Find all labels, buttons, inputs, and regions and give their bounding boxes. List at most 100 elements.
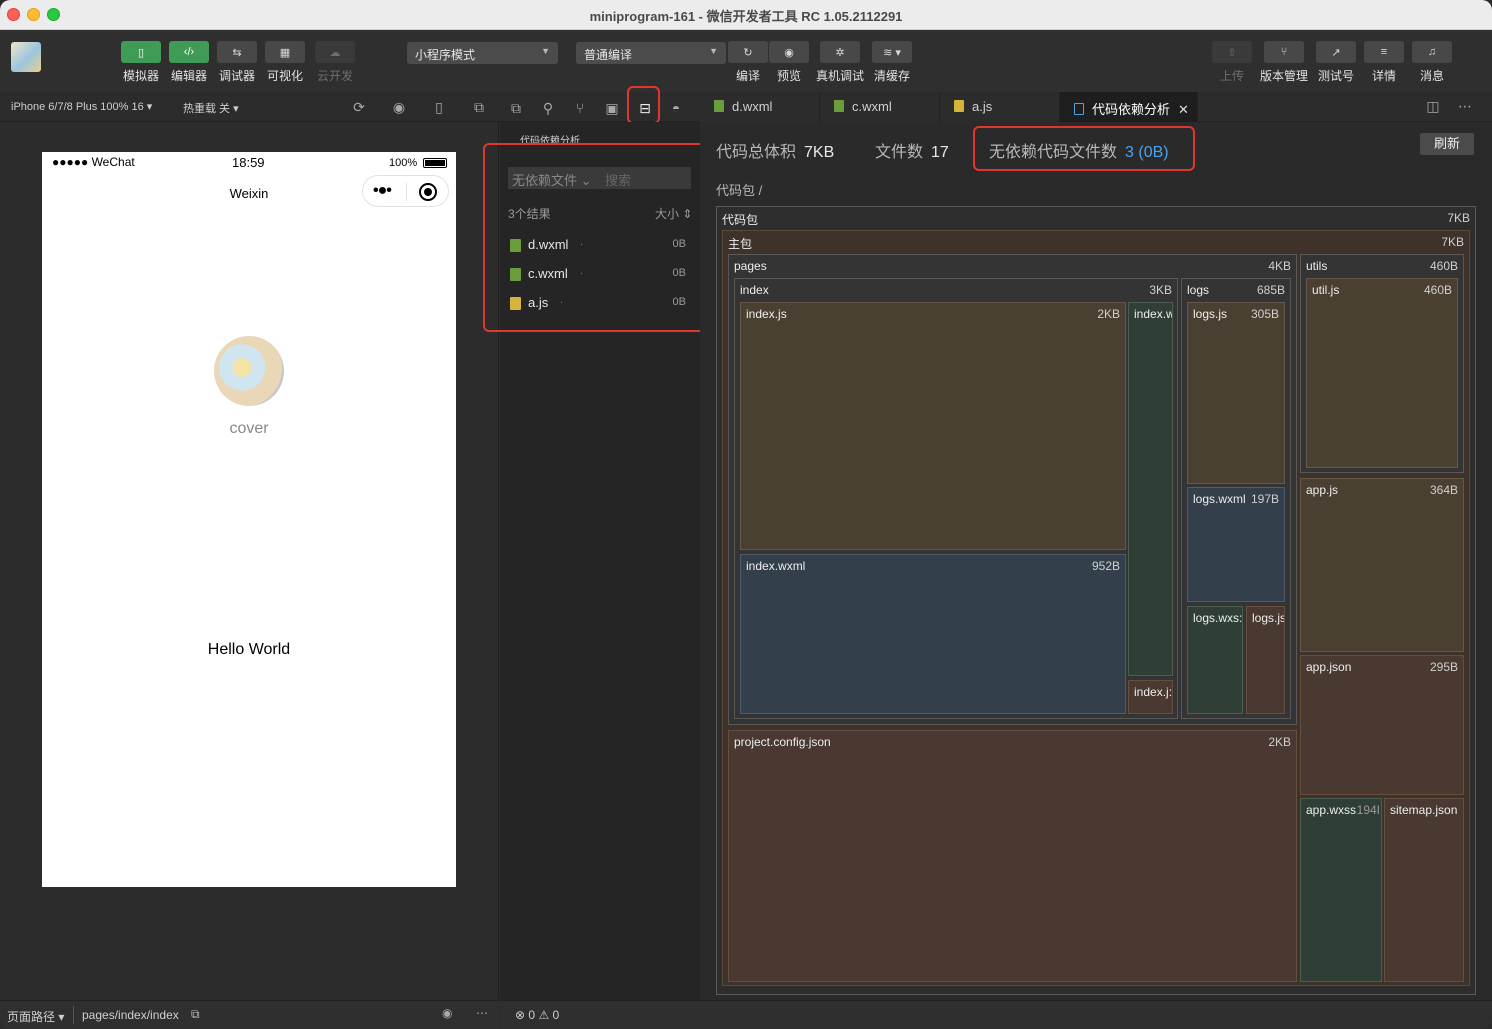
menu-icon: ≡ [1364,41,1404,63]
close-miniprogram-icon[interactable] [419,183,437,201]
treemap-node-sitemap-json[interactable]: sitemap.json [1384,798,1464,982]
debug-icon: ⇆ [217,41,257,63]
unused-stat-highlight [973,126,1195,171]
more-dots-icon[interactable]: •●• [373,182,392,200]
simulator-toggle-button[interactable]: ▯ 模拟器 [121,41,161,84]
eye-icon: ◉ [769,41,809,63]
treemap-node-index-wxml[interactable]: index.wxml 952B [740,554,1126,714]
page-path-select[interactable]: 页面路径 ▾ [7,1008,64,1025]
tab-c-wxml[interactable]: c.wxml [820,92,940,122]
git-icon[interactable]: ⑂ [570,98,590,118]
status-battery: 100% [389,157,418,169]
error-icon: ⊗ [515,1008,526,1022]
device-select[interactable]: iPhone 6/7/8 Plus 100% 16 ▾ [11,100,152,113]
bug-icon: ✲ [820,41,860,63]
hello-text: Hello World [207,641,291,658]
menu-capsule[interactable]: •●• [362,175,449,207]
treemap-node-logs-wxss[interactable]: logs.wxs: [1187,606,1243,714]
layout-icon: ▦ [265,41,305,63]
details-button[interactable]: ≡ 详情 [1364,41,1404,84]
simulator-footer: 页面路径 ▾ pages/index/index ⧉ ◉ ⋯ [0,1000,499,1029]
split-editor-icon[interactable]: ◫ [1423,96,1443,116]
wxml-file-icon [714,100,724,112]
editor-toggle-button[interactable]: ‹/› 编辑器 [169,41,209,84]
unused-files-highlight [483,143,708,332]
js-file-icon [954,100,964,112]
main-toolbar: ▯ 模拟器 ‹/› 编辑器 ⇆ 调试器 ▦ 可视化 ☁ 云开发 小程序模式 ▼ … [0,30,1492,92]
status-time: 18:59 [232,155,265,170]
treemap-node-logs-json[interactable]: logs.js [1246,606,1285,714]
title-bar: miniprogram-161 - 微信开发者工具 RC 1.05.211229… [0,0,1492,30]
refresh-icon: ↻ [728,41,768,63]
footer-divider [73,1006,74,1024]
cloud-icon: ☁ [315,41,355,63]
cloud-dev-button[interactable]: ☁ 云开发 [315,41,355,84]
breadcrumb: 代码包 / [716,183,763,198]
remote-debug-button[interactable]: ✲ 真机调试 [816,41,864,84]
eye-icon[interactable]: ◉ [442,1006,452,1020]
treemap-node-util-js[interactable]: util.js 460B [1306,278,1458,468]
extensions-icon[interactable]: ▣ [602,98,622,118]
preview-button[interactable]: ◉ 预览 [769,41,809,84]
refresh-button[interactable]: 刷新 [1420,133,1474,155]
treemap-node-index-js[interactable]: index.js 2KB [740,302,1126,550]
copy-icon[interactable]: ⧉ [191,1007,200,1022]
external-icon: ↗ [1316,41,1356,63]
messages-button[interactable]: ♫ 消息 [1412,41,1452,84]
window-title: miniprogram-161 - 微信开发者工具 RC 1.05.211229… [589,9,903,24]
analysis-icon-highlight [627,86,660,124]
device-icon[interactable]: ▯ [430,98,448,116]
rotate-icon[interactable]: ⟳ [350,98,368,116]
document-icon [1074,103,1084,115]
visual-toggle-button[interactable]: ▦ 可视化 [265,41,305,84]
record-icon[interactable]: ◉ [390,98,408,116]
treemap-node-index-wxss[interactable]: index.w [1128,302,1173,676]
simulator-panel: ●●●●● WeChat 18:59 100% Weixin •●• cover… [0,122,499,999]
total-size-stat: 代码总体积 7KB [716,144,835,161]
capsule-divider [406,183,407,201]
treemap-node-index-json[interactable]: index.j: [1128,680,1173,714]
compile-select[interactable]: 普通编译 ▼ [576,42,726,64]
treemap-node-logs-wxml[interactable]: logs.wxml 197B [1187,487,1285,602]
search-icon[interactable]: ⚲ [538,98,558,118]
branch-icon: ⑂ [1264,41,1304,63]
treemap-node-logs-js[interactable]: logs.js 305B [1187,302,1285,484]
test-account-button[interactable]: ↗ 测试号 [1316,41,1356,84]
bell-icon: ♫ [1412,41,1452,63]
popout-icon[interactable]: ⧉ [470,98,488,116]
battery-icon [423,158,447,168]
warning-icon: ⚠ [538,1008,550,1022]
upload-icon: ⇧ [1212,41,1252,63]
docker-icon[interactable]: ◓ [666,98,686,118]
debugger-toggle-button[interactable]: ⇆ 调试器 [217,41,257,84]
chevron-down-icon: ▼ [709,46,718,56]
phone-icon: ▯ [121,41,161,63]
treemap-node-app-js[interactable]: app.js 364B [1300,478,1464,652]
upload-button[interactable]: ⇧ 上传 [1212,41,1252,84]
explorer-icon[interactable]: ⧉ [506,98,526,118]
layers-icon: ≋ ▾ [872,41,912,63]
file-count-stat: 文件数 17 [875,144,949,161]
clear-cache-button[interactable]: ≋ ▾ 清缓存 [872,41,912,84]
avatar[interactable] [214,336,284,406]
treemap-node-project-config[interactable]: project.config.json 2KB [728,730,1297,982]
project-avatar[interactable] [11,42,41,72]
treemap-node-app-wxss[interactable]: app.wxss 194I [1300,798,1382,982]
tab-code-analysis[interactable]: 代码依赖分析 ✕ [1060,92,1198,122]
more-icon[interactable]: ⋯ [476,1006,488,1020]
wxml-file-icon [834,100,844,112]
phone-screen: ●●●●● WeChat 18:59 100% Weixin •●• cover… [42,152,456,887]
close-icon[interactable]: ✕ [1178,102,1189,117]
code-icon: ‹/› [169,41,209,63]
error-count[interactable]: ⊗ 0 ⚠ 0 [515,1008,559,1022]
tab-d-wxml[interactable]: d.wxml [700,92,820,122]
page-path: pages/index/index [82,1008,179,1022]
mode-select[interactable]: 小程序模式 ▼ [407,42,558,64]
cover-label: cover [229,420,269,437]
treemap-node-app-json[interactable]: app.json 295B [1300,655,1464,795]
more-icon[interactable]: ⋯ [1455,96,1475,116]
tab-a-js[interactable]: a.js [940,92,1060,122]
version-control-button[interactable]: ⑂ 版本管理 [1260,41,1308,84]
app-window: miniprogram-161 - 微信开发者工具 RC 1.05.211229… [0,0,1492,1029]
hot-reload-select[interactable]: 热重载 关 ▾ [183,100,239,116]
